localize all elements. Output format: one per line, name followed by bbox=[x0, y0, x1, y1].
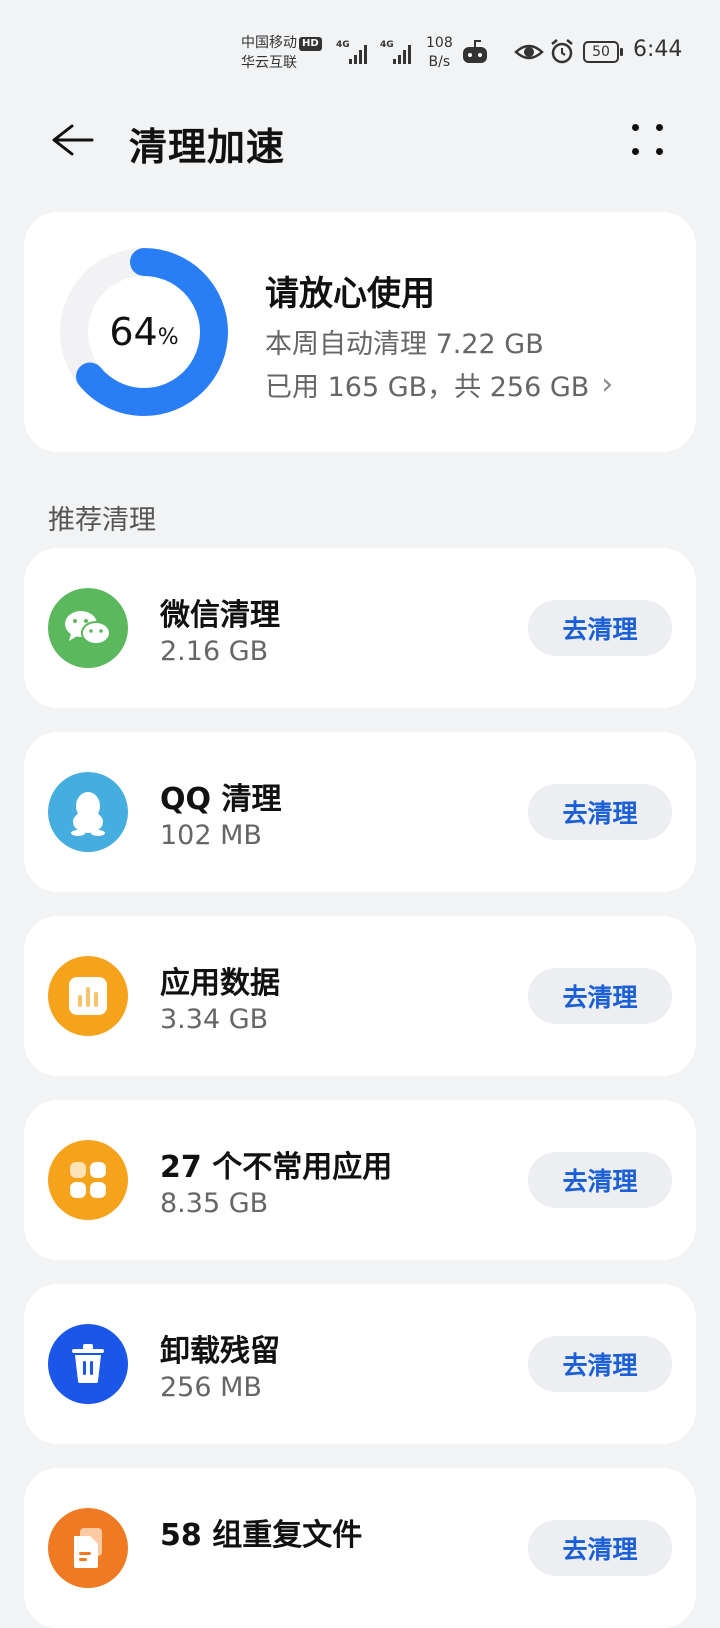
network-speed: 108 B/s bbox=[426, 35, 453, 70]
item-size: 256 MB bbox=[160, 1372, 262, 1403]
clean-button-uninstall-residue[interactable]: 去清理 bbox=[528, 1336, 672, 1392]
clean-button-app-data[interactable]: 去清理 bbox=[528, 968, 672, 1024]
signal-4g-icon: 4G bbox=[380, 40, 416, 64]
clock: 6:44 bbox=[633, 37, 683, 62]
storage-percent: 64% bbox=[109, 310, 179, 354]
clean-button-duplicate-files[interactable]: 去清理 bbox=[528, 1520, 672, 1576]
qq-penguin-icon bbox=[48, 772, 128, 852]
item-name: 卸载残留 bbox=[160, 1334, 280, 1369]
item-name: 应用数据 bbox=[160, 966, 280, 1001]
item-size: 2.16 GB bbox=[160, 636, 269, 667]
item-size: 102 MB bbox=[160, 820, 262, 851]
apps-grid-icon bbox=[48, 1140, 128, 1220]
back-arrow-icon bbox=[52, 124, 94, 156]
trash-icon bbox=[48, 1324, 128, 1404]
alarm-icon bbox=[551, 39, 573, 64]
item-name: 58 组重复文件 bbox=[160, 1518, 363, 1553]
item-size: 8.35 GB bbox=[160, 1188, 269, 1219]
carrier-info: 中国移动 HD 华云互联 bbox=[241, 33, 322, 73]
clean-button-qq[interactable]: 去清理 bbox=[528, 784, 672, 840]
storage-status-title: 请放心使用 bbox=[265, 274, 435, 314]
section-label: 推荐清理 bbox=[48, 505, 156, 536]
storage-usage-text: 已用 165 GB，共 256 GB bbox=[265, 372, 590, 403]
storage-usage-link[interactable]: 已用 165 GB，共 256 GB › bbox=[265, 365, 613, 404]
weekly-cleaned-text: 本周自动清理 7.22 GB bbox=[265, 329, 544, 360]
app-data-chart-icon bbox=[48, 956, 128, 1036]
signal-4g-icon: 4G bbox=[336, 40, 372, 64]
item-size: 3.34 GB bbox=[160, 1004, 269, 1035]
item-name: 27 个不常用应用 bbox=[160, 1150, 393, 1185]
more-options-button[interactable] bbox=[624, 118, 672, 162]
item-name: 微信清理 bbox=[160, 598, 280, 633]
battery-icon: 50 bbox=[583, 41, 623, 63]
status-bar: 中国移动 HD 华云互联 4G 4G 108 B/s 50 6:44 bbox=[0, 0, 720, 100]
game-mode-icon bbox=[463, 40, 487, 63]
duplicate-files-icon bbox=[48, 1508, 128, 1588]
hd-icon: HD bbox=[299, 37, 322, 51]
eye-comfort-icon bbox=[514, 44, 544, 60]
back-button[interactable] bbox=[48, 118, 96, 166]
page-title: 清理加速 bbox=[129, 125, 286, 169]
chevron-right-icon: › bbox=[601, 367, 614, 402]
item-name: QQ 清理 bbox=[160, 782, 282, 817]
carrier-secondary: 华云互联 bbox=[241, 55, 297, 71]
clean-button-wechat[interactable]: 去清理 bbox=[528, 600, 672, 656]
clean-button-unused-apps[interactable]: 去清理 bbox=[528, 1152, 672, 1208]
carrier-name: 中国移动 bbox=[241, 35, 297, 51]
wechat-icon bbox=[48, 588, 128, 668]
